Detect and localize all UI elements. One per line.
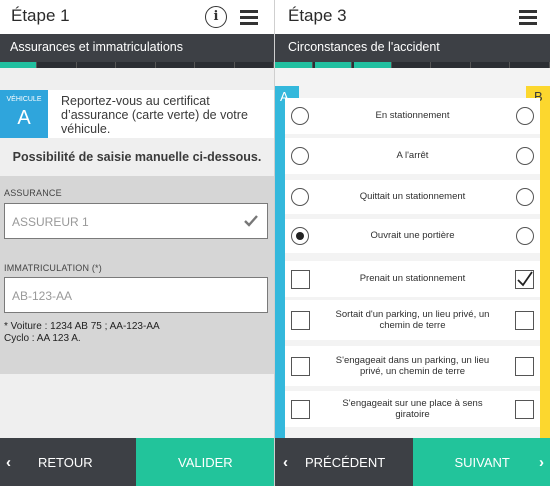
menu-icon[interactable] xyxy=(517,6,539,28)
next-button[interactable]: SUIVANT › xyxy=(412,438,550,486)
checkbox-b[interactable] xyxy=(515,400,534,419)
circumstance-label: Sortait d'un parking, un lieu privé, un … xyxy=(335,308,490,332)
checkbox-b[interactable] xyxy=(515,311,534,330)
chevron-right-icon: › xyxy=(539,454,544,471)
column-a-bar xyxy=(275,86,285,438)
notes-line-2: Cyclo : AA 123 A. xyxy=(4,333,81,344)
checkmark-icon xyxy=(517,271,533,287)
page-title: Étape 3 xyxy=(288,6,347,25)
chevron-left-icon: ‹ xyxy=(283,454,288,471)
radio-a[interactable] xyxy=(291,107,309,125)
step-subtitle: Circonstances de l'accident xyxy=(288,40,440,54)
checkbox-a[interactable] xyxy=(291,270,310,289)
back-button-label: RETOUR xyxy=(38,455,93,470)
vehicle-info-card: VÉHICULE A Reportez-vous au certificat d… xyxy=(0,90,274,138)
radio-b[interactable] xyxy=(516,227,534,245)
circumstance-label: S'engageait sur une place à sens giratoi… xyxy=(342,397,483,421)
validate-button[interactable]: VALIDER xyxy=(136,438,274,486)
circumstance-label: En stationnement xyxy=(375,110,450,122)
circumstance-row: A l'arrêt xyxy=(285,138,540,174)
fields-section: ASSURANCE ASSUREUR 1 IMMATRICULATION (*)… xyxy=(0,176,274,374)
circumstance-label: Ouvrait une portière xyxy=(370,230,455,242)
previous-button-label: PRÉCÉDENT xyxy=(305,455,386,470)
circumstance-row: S'engageait dans un parking, un lieu pri… xyxy=(285,346,540,386)
circumstance-row: Ouvrait une portière xyxy=(285,219,540,253)
circumstances-list: A B En stationnement A l'arrêt Quittait un… xyxy=(275,68,550,438)
checkbox-a[interactable] xyxy=(291,400,310,419)
circumstance-label: Prenait un stationnement xyxy=(359,273,466,285)
vehicle-badge-label: VÉHICULE xyxy=(6,96,42,103)
registration-label: IMMATRICULATION (*) xyxy=(4,263,102,273)
radio-b[interactable] xyxy=(516,147,534,165)
circumstance-row: Sortait d'un parking, un lieu privé, un … xyxy=(285,300,540,340)
manual-entry-hint: Possibilité de saisie manuelle ci-dessou… xyxy=(12,150,262,164)
radio-b[interactable] xyxy=(516,188,534,206)
circumstance-row: Quittait un stationnement xyxy=(285,180,540,214)
step3-header: Étape 3 xyxy=(275,0,550,34)
radio-a[interactable] xyxy=(291,147,309,165)
chevron-left-icon: ‹ xyxy=(6,454,11,471)
page-title: Étape 1 xyxy=(11,6,70,25)
vehicle-badge-letter: A xyxy=(17,107,31,129)
step-subtitle-bar: Circonstances de l'accident xyxy=(275,34,550,62)
right-bottom-bar: ‹ PRÉCÉDENT SUIVANT › xyxy=(275,438,550,486)
checkbox-a[interactable] xyxy=(291,357,310,376)
circumstance-row: S'engageait sur une place à sens giratoi… xyxy=(285,391,540,427)
insurance-field[interactable]: ASSUREUR 1 xyxy=(4,203,268,239)
registration-notes: * Voiture : 1234 AB 75 ; AA-123-AA Cyclo… xyxy=(4,321,160,345)
form-body: VÉHICULE A Reportez-vous au certificat d… xyxy=(0,68,274,438)
step1-header: Étape 1 i xyxy=(0,0,274,34)
registration-value: AB-123-AA xyxy=(12,289,73,303)
back-button[interactable]: ‹ RETOUR xyxy=(0,438,136,486)
radio-a[interactable] xyxy=(291,188,309,206)
radio-a[interactable] xyxy=(291,227,309,245)
circumstance-label: S'engageait dans un parking, un lieu pri… xyxy=(335,354,490,378)
step1-panel: Étape 1 i Assurances et immatriculations… xyxy=(0,0,274,486)
insurance-label: ASSURANCE xyxy=(4,188,62,198)
step-subtitle: Assurances et immatriculations xyxy=(10,40,183,54)
circumstance-label: Quittait un stationnement xyxy=(359,191,466,203)
step3-panel: Étape 3 Circonstances de l'accident A B … xyxy=(274,0,550,486)
vehicle-instructions: Reportez-vous au certificat d’assurance … xyxy=(61,94,248,136)
info-icon[interactable]: i xyxy=(205,6,227,28)
checkbox-a[interactable] xyxy=(291,311,310,330)
notes-line-1: * Voiture : 1234 AB 75 ; AA-123-AA xyxy=(4,321,160,332)
previous-button[interactable]: ‹ PRÉCÉDENT xyxy=(275,438,413,486)
column-b-bar xyxy=(540,86,550,438)
step-subtitle-bar: Assurances et immatriculations xyxy=(0,34,274,62)
circumstance-label: A l'arrêt xyxy=(396,150,429,162)
insurance-value: ASSUREUR 1 xyxy=(12,215,89,229)
next-button-label: SUIVANT xyxy=(454,455,510,470)
circumstance-row: Prenait un stationnement xyxy=(285,261,540,297)
menu-icon[interactable] xyxy=(238,6,260,28)
radio-b[interactable] xyxy=(516,107,534,125)
left-bottom-bar: ‹ RETOUR VALIDER xyxy=(0,438,274,486)
checkbox-b[interactable] xyxy=(515,270,534,289)
registration-field[interactable]: AB-123-AA xyxy=(4,277,268,313)
checkbox-b[interactable] xyxy=(515,357,534,376)
vehicle-badge: VÉHICULE A xyxy=(0,90,48,138)
validate-button-label: VALIDER xyxy=(178,455,233,470)
check-icon xyxy=(244,215,258,227)
circumstance-row: En stationnement xyxy=(285,98,540,134)
